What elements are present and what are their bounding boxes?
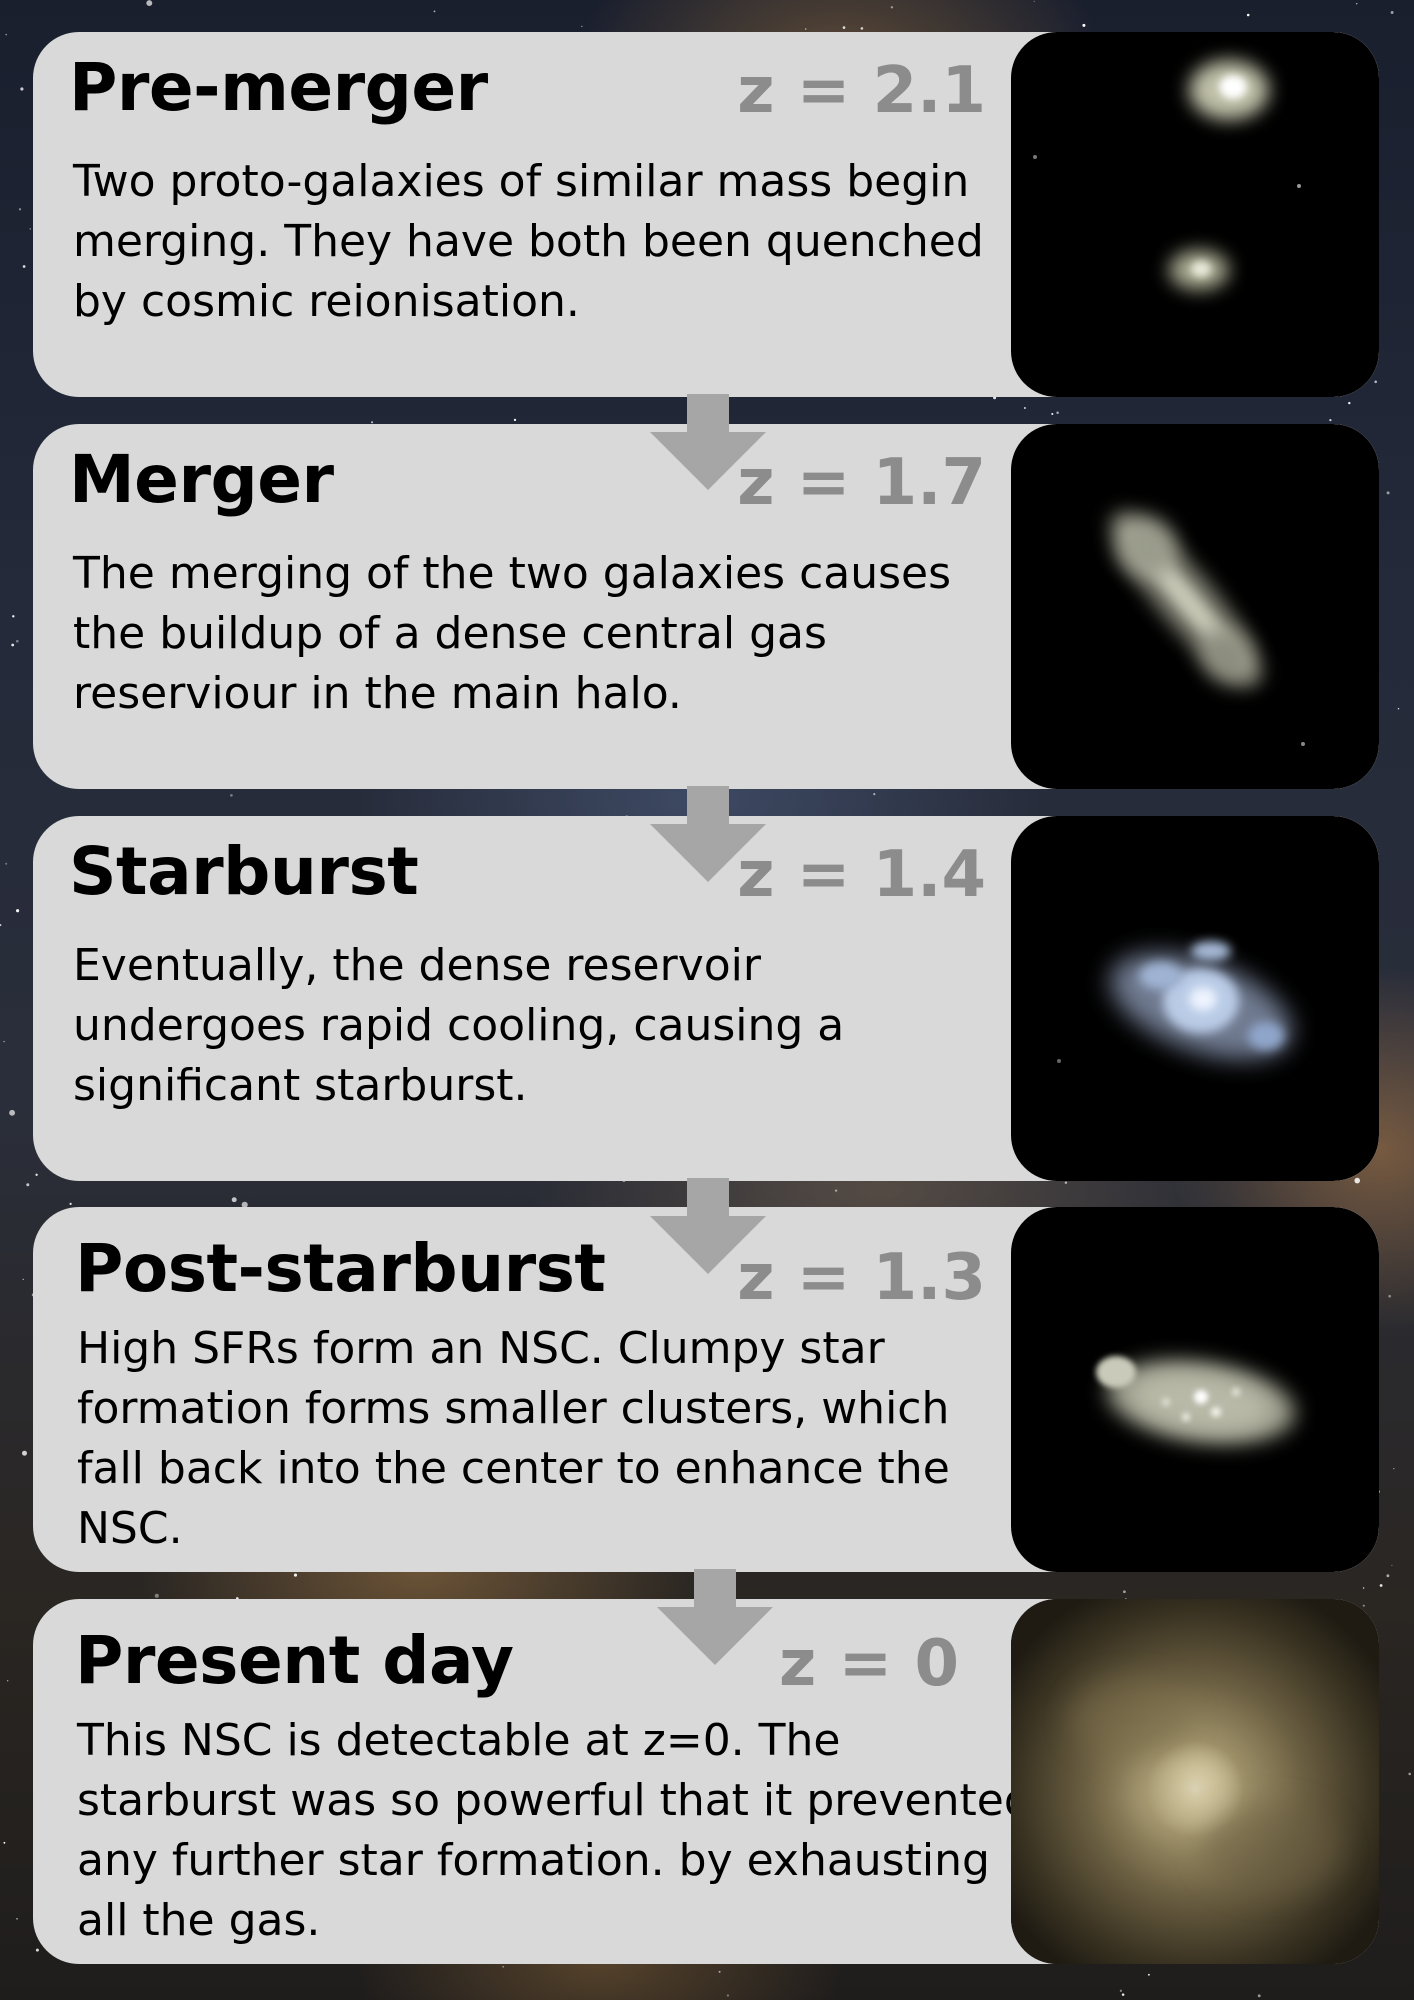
stage-title: Merger: [69, 441, 334, 518]
stage-description: The merging of the two galaxies causes t…: [73, 548, 952, 719]
galaxy-thumbnail-post-starburst: [1011, 1207, 1379, 1572]
down-arrow-icon: [650, 394, 766, 490]
stage-redshift: z = 1.3: [737, 1241, 986, 1315]
galaxy-thumbnail-starburst: [1011, 816, 1379, 1181]
galaxy-thumbnail-present-day: [1011, 1599, 1379, 1964]
stage-redshift: z = 0: [779, 1627, 959, 1701]
stage-title: Present day: [75, 1622, 514, 1699]
stage-redshift: z = 1.4: [737, 838, 986, 912]
stage-title: Pre-merger: [69, 49, 488, 126]
stage-description: Two proto-galaxies of similar mass begin…: [73, 156, 984, 327]
stage-redshift: z = 1.7: [737, 446, 986, 520]
stage-card-pre-merger: Pre-merger z = 2.1 Two proto-galaxies of…: [33, 32, 1379, 397]
galaxy-thumbnail-pre-merger: [1011, 32, 1379, 397]
stage-description: High SFRs form an NSC. Clumpy star forma…: [77, 1323, 950, 1554]
down-arrow-icon: [650, 1178, 766, 1274]
galaxy-thumbnail-merger: [1011, 424, 1379, 789]
stage-title: Post-starburst: [75, 1230, 606, 1307]
stage-description: Eventually, the dense reservoir undergoe…: [73, 940, 845, 1111]
stage-redshift: z = 2.1: [737, 54, 986, 128]
stage-description: This NSC is detectable at z=0. The starb…: [77, 1715, 1032, 1946]
down-arrow-icon: [657, 1569, 773, 1665]
stage-title: Starburst: [69, 833, 419, 910]
down-arrow-icon: [650, 786, 766, 882]
